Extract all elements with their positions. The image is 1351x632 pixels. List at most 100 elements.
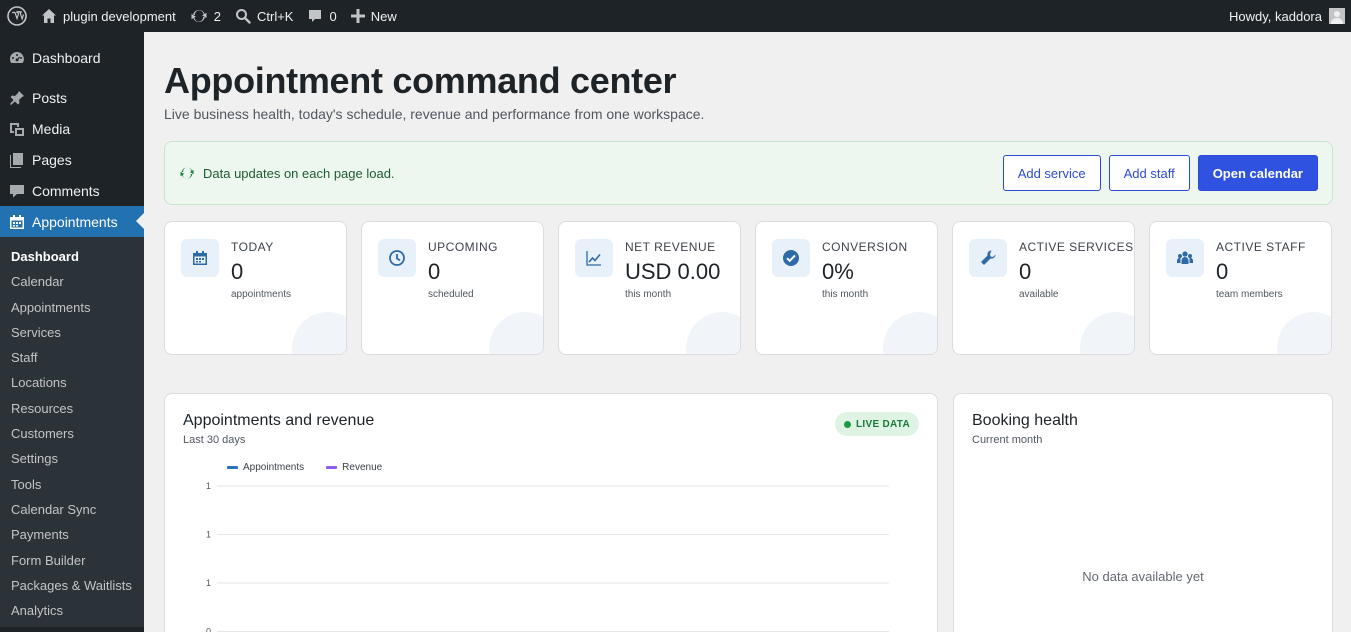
stat-label: UPCOMING <box>428 240 498 254</box>
legend-label: Revenue <box>342 462 383 473</box>
dashboard-icon <box>10 51 24 63</box>
y-tick-label: 1 <box>206 481 211 491</box>
card-decoration <box>489 312 543 354</box>
media-icon <box>10 122 24 136</box>
y-tick-label: 1 <box>206 578 211 588</box>
home-icon <box>42 9 56 23</box>
add-staff-button[interactable]: Add staff <box>1108 155 1190 191</box>
legend-item-appointments[interactable]: Appointments <box>227 462 304 473</box>
panel-subtitle: Last 30 days <box>183 434 246 446</box>
menu-media[interactable]: Media <box>0 113 144 144</box>
empty-state-text: No data available yet <box>1082 569 1204 584</box>
comments-link[interactable]: 0 <box>300 0 343 32</box>
site-name: plugin development <box>63 8 176 24</box>
search-icon <box>235 9 251 24</box>
search-shortcut[interactable]: Ctrl+K <box>228 0 300 32</box>
legend-item-revenue[interactable]: Revenue <box>326 462 382 473</box>
comment-icon <box>309 10 322 22</box>
pin-icon <box>10 90 24 105</box>
panel-subtitle: Current month <box>972 434 1043 446</box>
submenu-item-appointments[interactable]: Appointments <box>0 295 144 320</box>
stat-note: available <box>1019 289 1059 300</box>
stat-value: 0% <box>822 259 854 284</box>
comments-count: 0 <box>329 8 337 24</box>
add-service-button[interactable]: Add service <box>1002 155 1101 191</box>
legend-label: Appointments <box>243 462 305 473</box>
stat-card-today: TODAY 0 appointments <box>164 221 347 355</box>
page-title: Appointment command center <box>164 60 677 101</box>
submenu-item-customers[interactable]: Customers <box>0 421 144 446</box>
appointments-revenue-panel: Appointments and revenue Last 30 days LI… <box>164 393 938 632</box>
stat-value: 0 <box>1019 259 1032 284</box>
stat-card-upcoming: UPCOMING 0 scheduled <box>361 221 544 355</box>
menu-posts[interactable]: Posts <box>0 82 144 113</box>
menu-pages[interactable]: Pages <box>0 144 144 175</box>
search-shortcut-label: Ctrl+K <box>256 8 294 24</box>
menu-dashboard[interactable]: Dashboard <box>0 42 144 73</box>
menu-comments[interactable]: Comments <box>0 175 144 206</box>
appointments-submenu: Dashboard Calendar Appointments Services… <box>0 237 144 628</box>
y-tick-label: 0 <box>206 627 211 632</box>
submenu-item-services[interactable]: Services <box>0 320 144 345</box>
stat-note: appointments <box>231 289 292 300</box>
stat-label: ACTIVE SERVICES <box>1019 240 1134 254</box>
submenu-item-payments[interactable]: Payments <box>0 522 144 547</box>
menu-appointments[interactable]: Appointments <box>0 206 144 237</box>
calendar-icon <box>181 239 219 277</box>
submenu-item-resources[interactable]: Resources <box>0 396 144 421</box>
stat-card-active-services: ACTIVE SERVICES 0 available <box>952 221 1135 355</box>
card-decoration <box>1277 312 1331 354</box>
users-icon <box>1166 239 1204 277</box>
plus-icon <box>350 9 365 23</box>
site-name-link[interactable]: plugin development <box>34 0 183 32</box>
live-dot <box>844 420 851 428</box>
updates-icon <box>191 10 207 22</box>
card-decoration <box>292 312 346 354</box>
comments-icon <box>10 184 24 197</box>
stat-value: 0 <box>428 259 441 284</box>
submenu-item-settings[interactable]: Settings <box>0 446 144 471</box>
new-label: New <box>370 8 397 24</box>
stat-label: TODAY <box>231 240 274 254</box>
submenu-item-dashboard[interactable]: Dashboard <box>0 244 144 269</box>
live-data-badge: LIVE DATA <box>835 412 919 436</box>
wrench-icon <box>969 239 1007 277</box>
stat-value: USD 0.00 <box>625 259 721 284</box>
updates-link[interactable]: 2 <box>183 0 228 32</box>
card-decoration <box>686 312 740 354</box>
page-subtitle: Live business health, today's schedule, … <box>164 106 705 122</box>
wordpress-logo-icon[interactable] <box>0 0 34 32</box>
submenu-item-calendar[interactable]: Calendar <box>0 269 144 294</box>
submenu-item-form-builder[interactable]: Form Builder <box>0 548 144 573</box>
account-menu[interactable]: Howdy, kaddora <box>1222 0 1351 32</box>
refresh-icon <box>180 167 194 179</box>
submenu-item-analytics[interactable]: Analytics <box>0 598 144 623</box>
submenu-item-calendar-sync[interactable]: Calendar Sync <box>0 497 144 522</box>
submenu-item-staff[interactable]: Staff <box>0 345 144 370</box>
card-decoration <box>1080 312 1134 354</box>
y-tick-label: 1 <box>206 530 211 540</box>
booking-health-panel: Booking health Current month No data ava… <box>953 393 1333 632</box>
main-content: Appointment command center Live business… <box>144 32 1351 632</box>
chart-line-icon <box>575 239 613 277</box>
pages-icon <box>10 152 23 168</box>
new-content-link[interactable]: New <box>344 0 404 32</box>
stats-row: TODAY 0 appointments UPCOMING 0 schedule… <box>164 221 1332 355</box>
legend-swatch <box>227 466 238 469</box>
menu-appointments-label: Appointments <box>32 213 118 230</box>
admin-bar: plugin development 2 Ctrl+K 0 New Howdy,… <box>0 0 1351 32</box>
stat-note: this month <box>822 289 869 300</box>
stat-card-conversion: CONVERSION 0% this month <box>755 221 938 355</box>
menu-media-label: Media <box>32 120 71 137</box>
legend-swatch <box>326 466 338 469</box>
live-badge-label: LIVE DATA <box>856 418 910 430</box>
submenu-item-locations[interactable]: Locations <box>0 370 144 395</box>
check-circle-icon <box>772 239 810 277</box>
card-decoration <box>883 312 937 354</box>
open-calendar-button[interactable]: Open calendar <box>1197 155 1318 191</box>
clock-icon <box>378 239 416 277</box>
submenu-item-packages-waitlists[interactable]: Packages & Waitlists <box>0 573 144 598</box>
panel-title: Booking health <box>972 412 1078 429</box>
submenu-item-tools[interactable]: Tools <box>0 472 144 497</box>
stat-label: ACTIVE STAFF <box>1216 240 1306 254</box>
